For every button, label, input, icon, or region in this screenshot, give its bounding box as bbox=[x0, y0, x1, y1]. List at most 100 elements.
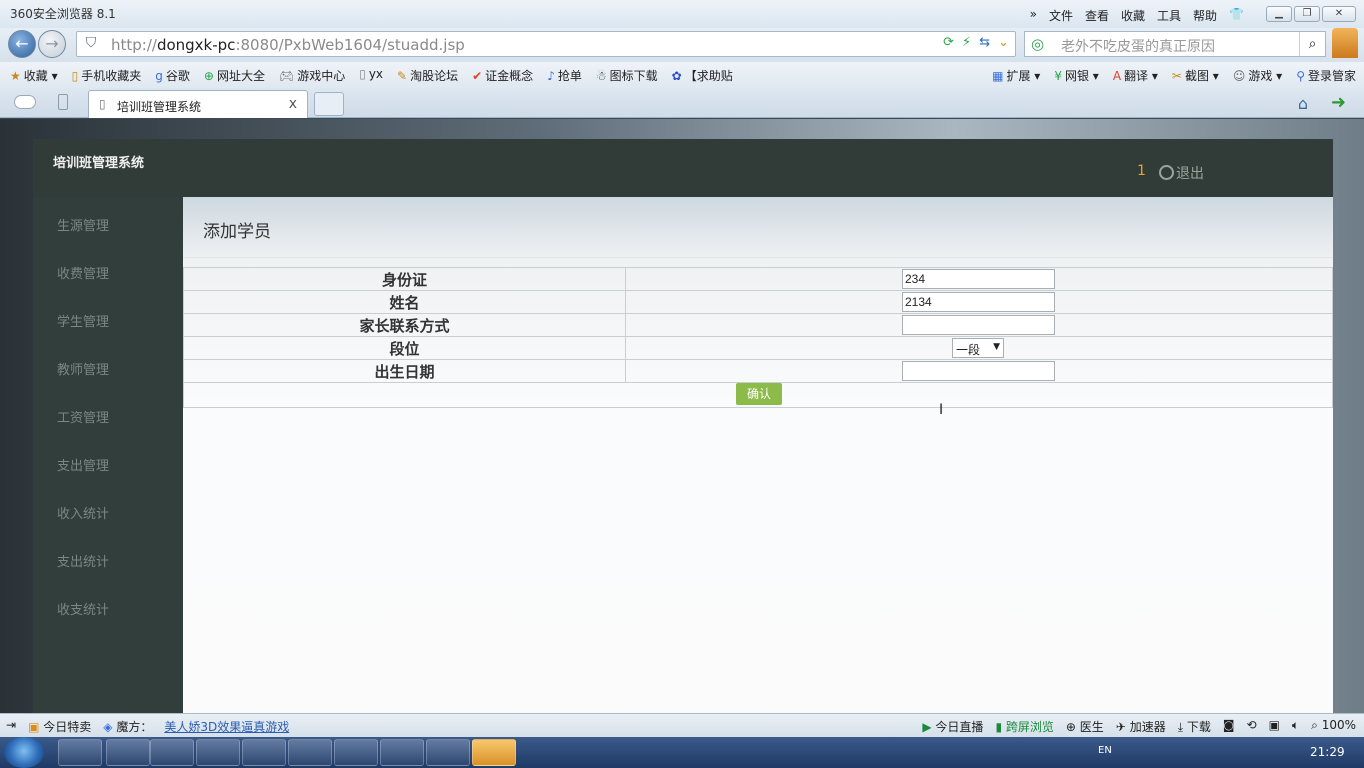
fav-concept[interactable]: ✔ 证金概念 bbox=[472, 67, 533, 84]
taskbar-app-5[interactable] bbox=[242, 739, 286, 766]
zoom-control[interactable]: ⌕ 100% bbox=[1311, 718, 1356, 735]
menu-tools[interactable]: 工具 bbox=[1157, 7, 1181, 24]
clock[interactable]: 21:29 bbox=[1310, 745, 1345, 759]
menu-help[interactable]: 帮助 bbox=[1193, 7, 1217, 24]
menu-file[interactable]: 文件 bbox=[1049, 7, 1073, 24]
accelerator-button[interactable]: ✈ 加速器 bbox=[1116, 718, 1166, 735]
browser-titlebar: 360安全浏览器 8.1 » 文件 查看 收藏 工具 帮助 👕 ▁ ❐ ✕ bbox=[0, 0, 1364, 28]
daily-deals[interactable]: ▣ 今日特卖 bbox=[28, 718, 91, 735]
taskbar-app-360[interactable] bbox=[380, 739, 424, 766]
sidebar-item-fees[interactable]: 收费管理 bbox=[57, 263, 109, 282]
sidebar-toggle-icon[interactable]: ⇥ bbox=[6, 718, 16, 735]
forward-button[interactable]: → bbox=[38, 30, 66, 58]
close-tab-icon[interactable]: x bbox=[289, 96, 297, 112]
name-field[interactable]: 2134 bbox=[902, 292, 1055, 312]
search-input[interactable]: 老外不吃皮蛋的真正原因 bbox=[1061, 36, 1215, 56]
tab-active[interactable]: ▯ 培训班管理系统 x bbox=[88, 90, 308, 118]
taskbar-app-explorer[interactable] bbox=[58, 739, 102, 766]
rocket-icon: ✈ bbox=[1115, 720, 1126, 734]
sidebar-item-expense-stats[interactable]: 支出统计 bbox=[57, 551, 109, 570]
menu-view[interactable]: 查看 bbox=[1085, 7, 1109, 24]
logout-button[interactable]: 退出 bbox=[1159, 163, 1204, 183]
search-box[interactable]: ◎ 老外不吃皮蛋的真正原因 ⌕ bbox=[1024, 31, 1326, 57]
user-avatar[interactable] bbox=[1332, 28, 1358, 58]
form-row-name: 姓名 2134 bbox=[183, 290, 1333, 314]
screen-icon: ▮ bbox=[995, 720, 1003, 734]
level-select[interactable]: 一段 ▼ bbox=[952, 338, 1004, 358]
glasses-icon[interactable]: ◙ bbox=[1223, 718, 1235, 735]
phone-icon: ▯ bbox=[71, 69, 79, 83]
language-indicator[interactable]: EN bbox=[1098, 745, 1112, 756]
fav-google[interactable]: g 谷歌 bbox=[155, 67, 190, 84]
birth-date-field[interactable] bbox=[902, 361, 1055, 381]
fav-help[interactable]: ✿ 【求助贴 bbox=[672, 67, 733, 84]
fav-star[interactable]: ★ 收藏 ▾ bbox=[10, 67, 58, 84]
taskbar-app-2[interactable] bbox=[106, 739, 150, 766]
volume-icon[interactable]: 🔈︎ bbox=[1292, 718, 1299, 735]
magic-cube[interactable]: ◈ 魔方： bbox=[103, 718, 152, 735]
doctor-button[interactable]: ⊕ 医生 bbox=[1066, 718, 1104, 735]
chart-icon: ✔ bbox=[472, 69, 483, 83]
download-button[interactable]: ⤓ 下载 bbox=[1178, 718, 1211, 735]
ext-screenshot[interactable]: ✂ 截图 ▾ bbox=[1172, 67, 1219, 84]
address-bar[interactable]: ⛉ http://dongxk-pc:8080/PxbWeb1604/stuad… bbox=[76, 31, 1016, 57]
confirm-button[interactable]: 确认 bbox=[736, 383, 782, 405]
ext-games[interactable]: ☺ 游戏 ▾ bbox=[1233, 67, 1282, 84]
refresh-icon[interactable]: ⟳ bbox=[943, 35, 954, 50]
taskbar-app-9[interactable] bbox=[426, 739, 470, 766]
promo-link[interactable]: 美人娇3D效果逼真游戏 bbox=[164, 718, 289, 735]
taskbar-app-active[interactable] bbox=[472, 739, 516, 766]
parent-contact-field[interactable] bbox=[902, 315, 1055, 335]
menu-more-icon[interactable]: » bbox=[1030, 7, 1037, 24]
fav-icons[interactable]: ☃ 图标下载 bbox=[596, 67, 658, 84]
compat-mode-icon[interactable]: ⇆ bbox=[979, 35, 990, 50]
start-button[interactable] bbox=[4, 737, 44, 768]
home-icon[interactable]: ⌂ bbox=[1298, 94, 1308, 113]
fav-forum[interactable]: ✎ 淘股论坛 bbox=[397, 67, 458, 84]
sidebar-item-enrollment[interactable]: 生源管理 bbox=[57, 215, 109, 234]
live-button[interactable]: ▶ 今日直播 bbox=[922, 718, 983, 735]
new-tab-button[interactable] bbox=[314, 92, 344, 116]
taskbar-app-folder[interactable] bbox=[150, 739, 194, 766]
sidebar-item-balance-stats[interactable]: 收支统计 bbox=[57, 599, 109, 618]
taskbar-app-ie[interactable] bbox=[288, 739, 332, 766]
sidebar-item-salary[interactable]: 工资管理 bbox=[57, 407, 109, 426]
download-icon: ⤓ bbox=[1177, 720, 1184, 734]
sidebar-item-students[interactable]: 学生管理 bbox=[57, 311, 109, 330]
minimize-button[interactable]: ▁ bbox=[1266, 6, 1292, 22]
cloud-icon[interactable] bbox=[14, 95, 36, 109]
fav-order[interactable]: ♪ 抢单 bbox=[547, 67, 582, 84]
menu-favorites[interactable]: 收藏 bbox=[1121, 7, 1145, 24]
undo-icon[interactable]: ➜ bbox=[1331, 92, 1346, 113]
close-window-button[interactable]: ✕ bbox=[1322, 6, 1356, 22]
speed-mode-icon[interactable]: ⚡ bbox=[962, 35, 971, 50]
ext-bank[interactable]: ¥ 网银 ▾ bbox=[1054, 67, 1099, 84]
sidebar-item-income-stats[interactable]: 收入统计 bbox=[57, 503, 109, 522]
search-engine-icon[interactable]: ◎ bbox=[1031, 35, 1044, 53]
sidebar-item-expenses[interactable]: 支出管理 bbox=[57, 455, 109, 474]
gamepad-icon: 🎮︎ bbox=[278, 69, 295, 83]
sidebar-item-teachers[interactable]: 教师管理 bbox=[57, 359, 109, 378]
ext-extensions[interactable]: ▦ 扩展 ▾ bbox=[992, 67, 1040, 84]
back-button[interactable]: ← bbox=[8, 30, 36, 58]
search-icon[interactable]: ⌕ bbox=[1299, 32, 1325, 56]
window-controls: ▁ ❐ ✕ bbox=[1266, 6, 1356, 22]
refresh-status-icon[interactable]: ⟲ bbox=[1247, 718, 1257, 735]
fav-sites[interactable]: ⊕ 网址大全 bbox=[204, 67, 265, 84]
ext-login-manager[interactable]: ⚲ 登录管家 bbox=[1296, 67, 1356, 84]
dropdown-chevron-icon[interactable]: ⌄ bbox=[998, 35, 1009, 50]
window-icon[interactable]: ▣ bbox=[1269, 718, 1280, 735]
id-field[interactable]: 234 bbox=[902, 269, 1055, 289]
restore-button[interactable]: ❐ bbox=[1294, 6, 1320, 22]
fav-yx[interactable]: ▯ yx bbox=[359, 67, 383, 84]
taskbar-app-4[interactable] bbox=[196, 739, 240, 766]
fav-games[interactable]: 🎮︎ 游戏中心 bbox=[279, 67, 345, 84]
ext-translate[interactable]: A 翻译 ▾ bbox=[1113, 67, 1158, 84]
taskbar-app-7[interactable] bbox=[334, 739, 378, 766]
phone-sync-icon[interactable] bbox=[58, 94, 68, 110]
skin-icon[interactable]: 👕 bbox=[1229, 7, 1244, 24]
cross-screen-button[interactable]: ▮ 跨屏浏览 bbox=[995, 718, 1053, 735]
address-url[interactable]: http://dongxk-pc:8080/PxbWeb1604/stuadd.… bbox=[111, 36, 465, 54]
fav-mobile[interactable]: ▯ 手机收藏夹 bbox=[72, 67, 142, 84]
form-row-level: 段位 一段 ▼ bbox=[183, 336, 1333, 360]
